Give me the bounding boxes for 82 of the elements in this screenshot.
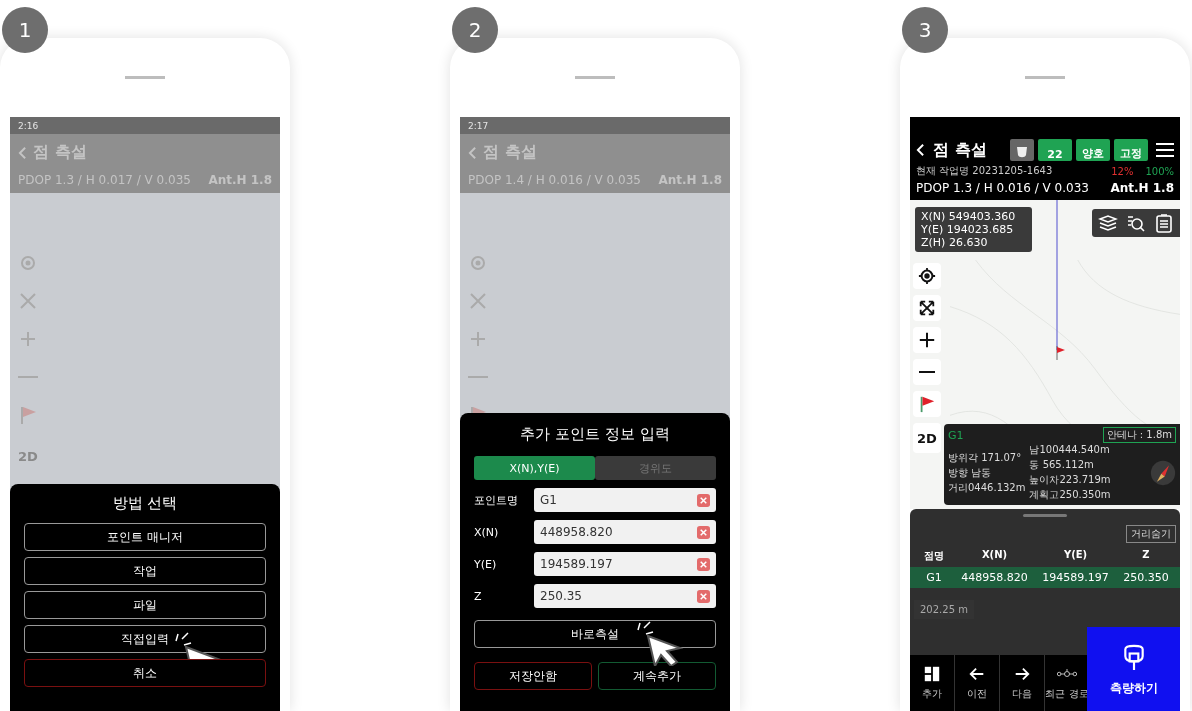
menu-icon[interactable] (1156, 143, 1174, 157)
dialog-button[interactable]: 저장안함 (474, 662, 592, 690)
field-label: Z (474, 589, 483, 603)
field-label: 포인트명 (474, 492, 519, 508)
screen-title: 점 측설 (933, 139, 987, 161)
table-cell-text: 448958.820 (960, 571, 1029, 584)
info-text: 방위각 171.07° (948, 450, 1023, 465)
coordinate-value: Z(H) 26.630 (921, 236, 989, 249)
zoom-out-button[interactable] (913, 359, 941, 385)
measure-button[interactable]: 측량하기 (1087, 627, 1180, 711)
layers-icon[interactable] (1098, 213, 1118, 233)
info-text: 남100444.540m (1029, 443, 1111, 457)
nav-button[interactable]: 추가 (910, 655, 955, 711)
pdop-text: PDOP 1.3 / H 0.016 / V 0.033 (916, 181, 1089, 195)
view-mode-toggle[interactable]: 2D (913, 423, 941, 453)
locate-icon (918, 267, 936, 285)
input-field[interactable]: 194589.197 (534, 552, 716, 576)
flag-icon (918, 395, 936, 413)
receiver-battery: 100% (1145, 165, 1174, 177)
info-text: 거리0446.132m (948, 480, 1026, 495)
column-header: Y(E) (1062, 549, 1089, 562)
locate-button[interactable] (913, 263, 941, 289)
clear-icon[interactable] (697, 557, 710, 571)
step-number-badge: 2 (452, 7, 498, 53)
add-point-icon (922, 665, 942, 683)
nav-button[interactable]: 다음 (1000, 655, 1045, 711)
compass-icon (1150, 459, 1176, 486)
clipboard-icon[interactable] (1154, 213, 1174, 233)
hide-distance-button[interactable]: 거리숨기 (1126, 525, 1176, 543)
dialog-button[interactable]: 계속추가 (598, 662, 716, 690)
table-cell-text: 194589.197 (1041, 571, 1110, 584)
column-header: X(N) (980, 549, 1009, 562)
search-icon[interactable] (1126, 213, 1146, 233)
controller-battery: 12% (1111, 165, 1134, 177)
input-field[interactable]: 250.35 (534, 584, 716, 608)
info-text: 계획고250.350m (1029, 488, 1111, 502)
job-name: 현재 작업명 20231205-1643 (916, 164, 1053, 178)
point-name: G1 (948, 428, 964, 442)
point-row[interactable]: G1 448958.820 194589.197 250.350 (910, 567, 1180, 588)
clear-icon[interactable] (697, 525, 710, 539)
nav-button[interactable]: 이전 (955, 655, 1000, 711)
coordinate-tab[interactable]: X(N),Y(E) (474, 456, 595, 480)
info-text: 방향 남동 (948, 465, 993, 480)
expand-button[interactable] (913, 295, 941, 321)
field-value: 194589.197 (540, 557, 613, 571)
coordinate-value: Y(E) 194023.685 (921, 223, 1015, 236)
status-time: 2:17 (468, 120, 489, 131)
flag-button[interactable] (913, 391, 941, 417)
option-button[interactable]: 취소 (24, 659, 266, 687)
input-field[interactable]: G1 (534, 488, 716, 512)
distance-chip: 202.25 m (914, 600, 974, 619)
table-cell-text: G1 (925, 571, 943, 584)
option-button[interactable]: 파일 (24, 591, 266, 619)
expand-icon (918, 299, 936, 317)
option-button[interactable]: 직접입력 (24, 625, 266, 653)
field-value: 250.35 (540, 589, 582, 603)
step-number-badge: 1 (2, 7, 48, 53)
info-text: 높이차223.719m (1029, 473, 1111, 487)
clear-icon[interactable] (697, 493, 710, 507)
dialog-title: 방법 선택 (111, 494, 179, 513)
column-header: Z (1141, 549, 1151, 562)
input-field[interactable]: 448958.820 (534, 520, 716, 544)
target-flag-icon (1056, 346, 1066, 360)
coordinate-value: X(N) 549403.360 (921, 210, 1017, 223)
dialog-title: 추가 포인트 정보 입력 (519, 425, 671, 444)
status-time: 2:16 (18, 120, 39, 131)
antenna-height: Ant.H 1.8 (1110, 181, 1174, 195)
clear-icon[interactable] (697, 589, 710, 603)
option-button[interactable]: 포인트 매니저 (24, 523, 266, 551)
step-number-badge: 3 (902, 7, 948, 53)
column-header: 점명 (923, 549, 945, 563)
field-value: G1 (540, 493, 557, 507)
info-text: 동 565.112m (1029, 458, 1095, 472)
zoom-in-icon (918, 331, 936, 349)
field-label: X(N) (474, 525, 500, 539)
field-value: 448958.820 (540, 525, 613, 539)
field-label: Y(E) (474, 557, 498, 571)
antenna-label: 안테나 : 1.8m (1102, 427, 1176, 443)
stake-now-button[interactable]: 바로측설 (474, 620, 716, 648)
table-cell-text: 250.350 (1122, 571, 1170, 584)
option-button[interactable]: 작업 (24, 557, 266, 585)
zoom-in-button[interactable] (913, 327, 941, 353)
